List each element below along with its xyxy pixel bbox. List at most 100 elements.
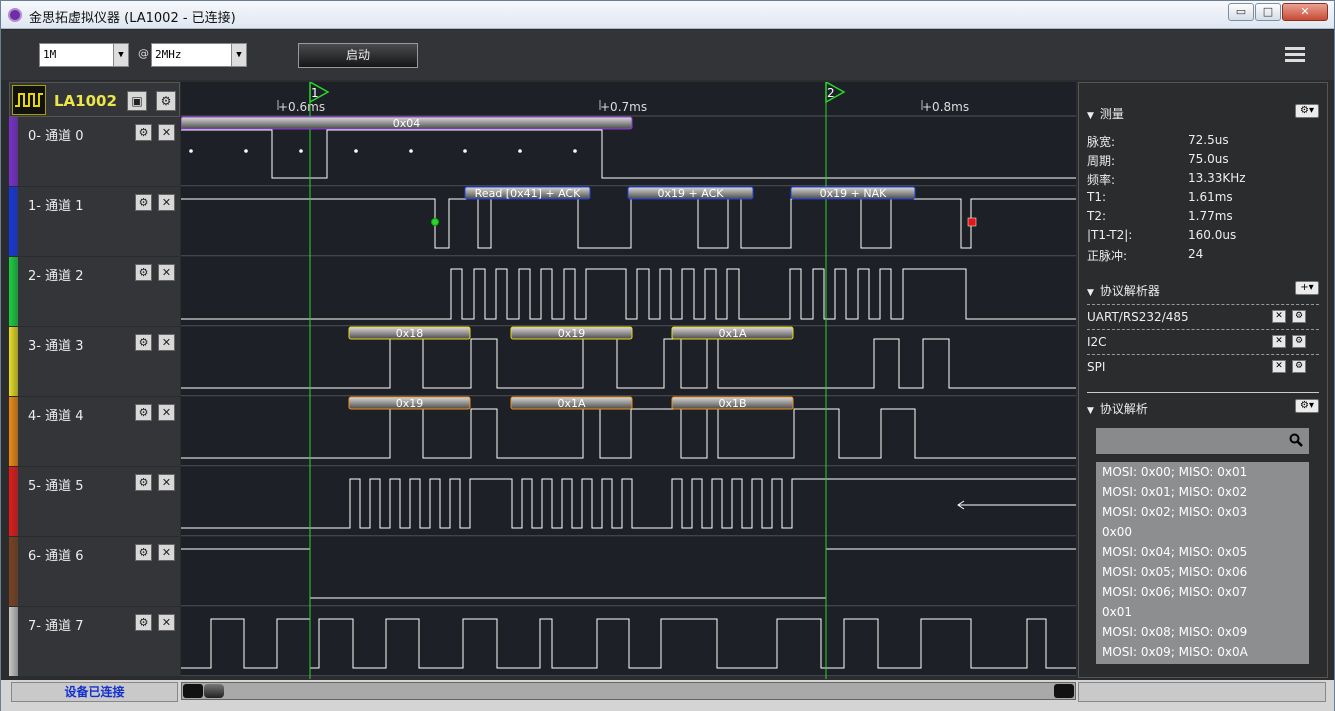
gear-icon[interactable]: ⚙: [135, 474, 152, 491]
close-icon[interactable]: ✕: [158, 194, 175, 211]
decode-search-input[interactable]: [1096, 428, 1309, 454]
add-analyzer-button[interactable]: +▾: [1295, 281, 1319, 295]
channel-label-panel[interactable]: 3- 通道 3 ⚙ ✕: [9, 327, 180, 396]
divider: [1087, 392, 1319, 393]
measure-row: T2: 1.77ms: [1087, 209, 1323, 223]
sample-depth-select[interactable]: 1M ▼: [39, 43, 129, 67]
channel-wave-area[interactable]: [181, 397, 1076, 466]
measure-value: 72.5us: [1188, 133, 1229, 147]
decode-item[interactable]: 0x01: [1096, 602, 1309, 622]
horizontal-scrollbar[interactable]: [181, 682, 1076, 700]
decode-item[interactable]: MOSI: 0x01; MISO: 0x02: [1096, 482, 1309, 502]
decode-title: 协议解析: [1099, 402, 1148, 416]
measure-key: 正脉冲:: [1087, 249, 1128, 263]
gear-icon[interactable]: ⚙: [135, 194, 152, 211]
decode-item[interactable]: MOSI: 0x05; MISO: 0x06: [1096, 562, 1309, 582]
sample-rate-select[interactable]: 2MHz ▼: [151, 43, 247, 67]
start-button[interactable]: 启动: [298, 43, 418, 68]
decode-item[interactable]: MOSI: 0x08; MISO: 0x09: [1096, 622, 1309, 642]
decode-settings-button[interactable]: ⚙▾: [1295, 399, 1319, 413]
measure-value: 1.61ms: [1188, 190, 1233, 204]
gear-icon[interactable]: ⚙: [135, 334, 152, 351]
analyzer-section-header[interactable]: ▼ 协议解析器: [1087, 282, 1160, 299]
channel-name: 2- 通道 2: [28, 269, 84, 284]
maximize-button[interactable]: □: [1255, 3, 1281, 21]
minimize-button[interactable]: ▭: [1228, 3, 1254, 21]
search-icon[interactable]: [1289, 433, 1303, 447]
channel-color-swatch: [9, 607, 18, 676]
channel-wave-area[interactable]: [181, 607, 1076, 676]
channel-label-panel[interactable]: 5- 通道 5 ⚙ ✕: [9, 467, 180, 536]
triangle-down-icon: ▼: [1087, 111, 1094, 121]
decode-item[interactable]: 0x00: [1096, 522, 1309, 542]
toolbar: 1M ▼ @ 2MHz ▼ 启动: [1, 30, 1334, 80]
close-icon[interactable]: ✕: [158, 474, 175, 491]
close-icon[interactable]: ✕: [158, 264, 175, 281]
gear-icon[interactable]: ⚙: [135, 404, 152, 421]
decode-section-header[interactable]: ▼ 协议解析: [1087, 400, 1148, 417]
decode-item[interactable]: MOSI: 0x04; MISO: 0x05: [1096, 542, 1309, 562]
close-icon[interactable]: ✕: [1272, 360, 1286, 373]
close-icon[interactable]: ✕: [158, 334, 175, 351]
channel-name: 7- 通道 7: [28, 619, 84, 634]
decode-item[interactable]: MOSI: 0x09; MISO: 0x0A: [1096, 642, 1309, 662]
measure-key: T1:: [1087, 190, 1107, 204]
channel-name: 5- 通道 5: [28, 479, 84, 494]
measure-row: 正脉冲: 24: [1087, 247, 1323, 264]
channel-wave-area[interactable]: [181, 187, 1076, 256]
hamburger-menu-icon[interactable]: [1285, 47, 1305, 63]
close-icon[interactable]: ✕: [1272, 310, 1286, 323]
measure-row: 频率: 13.33KHz: [1087, 171, 1323, 188]
window-view-icon[interactable]: ▣: [127, 91, 147, 111]
channel-wave-area[interactable]: [181, 257, 1076, 326]
channel-wave-area[interactable]: [181, 537, 1076, 606]
channel-wave-area[interactable]: [181, 117, 1076, 186]
close-icon[interactable]: ✕: [158, 404, 175, 421]
analyzer-item[interactable]: UART/RS232/485 ✕ ⚙: [1087, 304, 1319, 328]
gear-icon[interactable]: ⚙: [1292, 310, 1306, 323]
measure-value: 24: [1188, 247, 1204, 261]
decode-item[interactable]: MOSI: 0x06; MISO: 0x07: [1096, 582, 1309, 602]
close-button[interactable]: ✕: [1282, 3, 1328, 21]
channel-wave-area[interactable]: [181, 467, 1076, 536]
channel-label-panel[interactable]: 0- 通道 0 ⚙ ✕: [9, 117, 180, 186]
decode-item[interactable]: MOSI: 0x00; MISO: 0x01: [1096, 462, 1309, 482]
channel-color-swatch: [9, 397, 18, 466]
close-icon[interactable]: ✕: [158, 614, 175, 631]
channel-row: 2- 通道 2 ⚙ ✕: [9, 257, 1076, 327]
scrollbar-thumb[interactable]: [204, 684, 224, 698]
sample-rate-value: 2MHz: [155, 48, 182, 61]
triangle-down-icon: ▼: [1087, 288, 1094, 298]
status-right-panel: [1078, 682, 1326, 702]
gear-icon[interactable]: ⚙: [135, 614, 152, 631]
channel-label-panel[interactable]: 1- 通道 1 ⚙ ✕: [9, 187, 180, 256]
decode-item[interactable]: MOSI: 0x02; MISO: 0x03: [1096, 502, 1309, 522]
measure-section-header[interactable]: ▼ 测量: [1087, 105, 1124, 122]
channel-label-panel[interactable]: 2- 通道 2 ⚙ ✕: [9, 257, 180, 326]
triangle-down-icon: ▼: [1087, 406, 1094, 416]
close-icon[interactable]: ✕: [158, 544, 175, 561]
analyzer-item[interactable]: I2C ✕ ⚙: [1087, 329, 1319, 353]
waveform-logo-icon: [12, 85, 46, 115]
close-icon[interactable]: ✕: [1272, 335, 1286, 348]
close-icon[interactable]: ✕: [158, 124, 175, 141]
scroll-left-button[interactable]: [183, 684, 203, 698]
gear-icon[interactable]: ⚙: [1292, 360, 1306, 373]
gear-icon[interactable]: ⚙: [135, 264, 152, 281]
channel-wave-area[interactable]: [181, 327, 1076, 396]
gear-icon[interactable]: ⚙: [135, 544, 152, 561]
decode-result-list[interactable]: MOSI: 0x00; MISO: 0x01 MOSI: 0x01; MISO: …: [1096, 462, 1309, 664]
measure-settings-button[interactable]: ⚙▾: [1295, 104, 1319, 118]
gear-icon[interactable]: ⚙: [156, 91, 176, 111]
measure-title: 测量: [1099, 107, 1124, 121]
channel-label-panel[interactable]: 4- 通道 4 ⚙ ✕: [9, 397, 180, 466]
channel-color-swatch: [9, 257, 18, 326]
gear-icon[interactable]: ⚙: [1292, 335, 1306, 348]
channel-name: 3- 通道 3: [28, 339, 84, 354]
analyzer-item[interactable]: SPI ✕ ⚙: [1087, 354, 1319, 378]
gear-icon[interactable]: ⚙: [135, 124, 152, 141]
channel-label-panel[interactable]: 6- 通道 6 ⚙ ✕: [9, 537, 180, 606]
app-icon: [8, 8, 22, 22]
channel-label-panel[interactable]: 7- 通道 7 ⚙ ✕: [9, 607, 180, 676]
scroll-right-button[interactable]: [1054, 684, 1074, 698]
